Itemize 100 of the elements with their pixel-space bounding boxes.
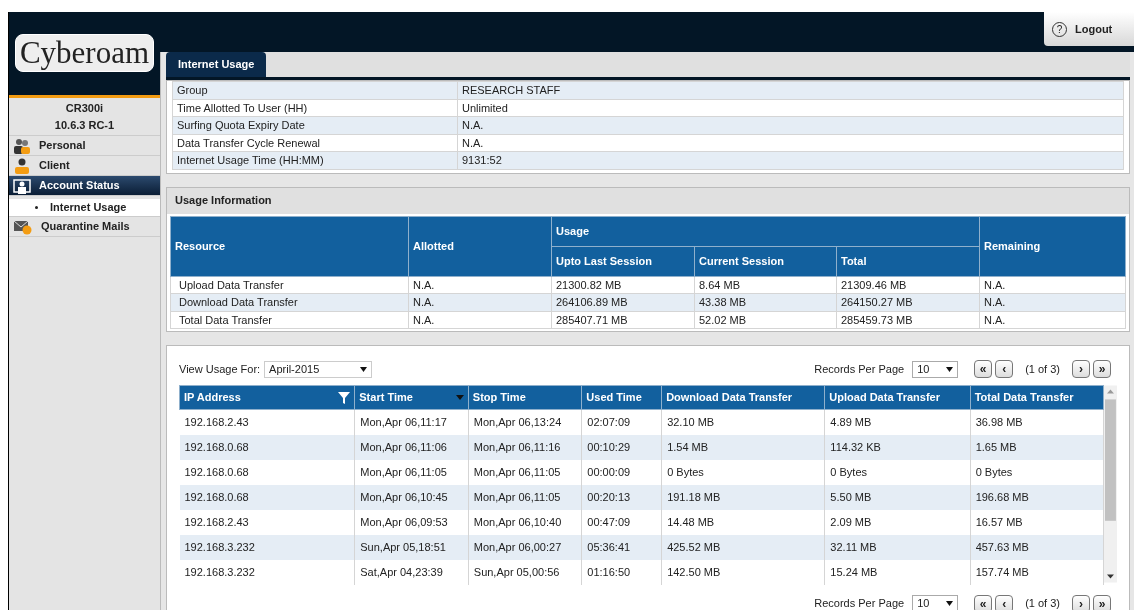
table-cell: 192.168.3.232: [179, 534, 355, 560]
view-usage-label: View Usage For:: [179, 361, 261, 377]
table-cell: 1.54 MB: [661, 434, 825, 460]
table-cell: N.A.: [979, 311, 1126, 329]
table-cell: 36.98 MB: [970, 409, 1104, 435]
panel-title: Usage Information: [167, 187, 1129, 214]
table-cell: 9131:52: [457, 151, 1124, 169]
month-select[interactable]: April-2015: [264, 360, 373, 378]
table-cell: Sun,Apr 05,18:51: [354, 534, 469, 560]
sidebar-item[interactable]: Personal: [9, 136, 160, 156]
table-cell: 196.68 MB: [970, 484, 1104, 510]
records-per-page-select[interactable]: 10: [912, 360, 959, 378]
table-cell: N.A.: [408, 276, 552, 294]
next-page-button[interactable]: ›: [1072, 594, 1090, 610]
first-page-button[interactable]: «: [974, 360, 993, 378]
table-cell: Mon,Apr 06,11:16: [468, 434, 582, 460]
table-cell: 32.10 MB: [661, 409, 825, 435]
table-cell: 264106.89 MB: [551, 293, 695, 311]
table-cell: 192.168.2.43: [179, 409, 355, 435]
caret-icon: [946, 366, 954, 372]
device-model: CR300i: [65, 101, 104, 116]
logout-button[interactable]: Logout: [1075, 20, 1113, 38]
table-cell: 0 Bytes: [824, 459, 971, 485]
person-icon: [13, 157, 31, 174]
column-header: Usage: [551, 216, 980, 246]
table-cell: Group: [172, 81, 458, 99]
records-per-page-label: Records Per Page: [814, 361, 905, 377]
table-cell: Mon,Apr 06,00:27: [468, 534, 582, 560]
table-cell: Upload Data Transfer: [170, 276, 409, 294]
filter-icon[interactable]: [338, 391, 351, 404]
caret-icon: [946, 601, 954, 606]
column-header[interactable]: Download Data Transfer: [661, 385, 825, 410]
people-icon: [13, 137, 31, 154]
sort-caret-icon[interactable]: [455, 395, 464, 400]
table-cell: 2.09 MB: [824, 509, 971, 535]
column-header[interactable]: Total Data Transfer: [970, 385, 1104, 410]
table-cell: N.A.: [408, 311, 552, 329]
column-header[interactable]: Used Time: [581, 385, 662, 410]
table-cell: 192.168.0.68: [179, 434, 355, 460]
table-cell: Download Data Transfer: [170, 293, 409, 311]
table-cell: 192.168.0.68: [179, 484, 355, 510]
column-header[interactable]: IP Address: [179, 385, 355, 410]
table-cell: 8.64 MB: [694, 276, 837, 294]
table-cell: 14.48 MB: [661, 509, 825, 535]
records-per-page-select[interactable]: 10: [912, 595, 959, 610]
table-cell: N.A.: [457, 116, 1124, 134]
table-cell: Data Transfer Cycle Renewal: [172, 134, 458, 152]
column-header[interactable]: Stop Time: [468, 385, 582, 410]
table-cell: 285407.71 MB: [551, 311, 695, 329]
table-cell: Mon,Apr 06,11:05: [468, 459, 582, 485]
sidebar-item[interactable]: Quarantine Mails: [9, 217, 160, 237]
table-cell: Mon,Apr 06,10:40: [468, 509, 582, 535]
table-cell: RESEARCH STAFF: [457, 81, 1124, 99]
table-cell: 457.63 MB: [970, 534, 1104, 560]
table-cell: 00:10:29: [581, 434, 662, 460]
table-cell: 157.74 MB: [970, 559, 1104, 585]
table-cell: 192.168.2.43: [179, 509, 355, 535]
table-cell: 00:20:13: [581, 484, 662, 510]
table-cell: Total Data Transfer: [170, 311, 409, 329]
table-cell: 00:00:09: [581, 459, 662, 485]
table-cell: 16.57 MB: [970, 509, 1104, 535]
table-cell: Mon,Apr 06,11:06: [354, 434, 469, 460]
column-header[interactable]: Start Time: [354, 385, 469, 410]
last-page-button[interactable]: »: [1093, 360, 1111, 378]
table-cell: 285459.73 MB: [836, 311, 980, 329]
first-page-button[interactable]: «: [974, 594, 993, 610]
column-header[interactable]: Upload Data Transfer: [824, 385, 971, 410]
previous-page-button[interactable]: ‹: [995, 360, 1014, 378]
table-cell: 05:36:41: [581, 534, 662, 560]
table-cell: 43.38 MB: [694, 293, 837, 311]
table-cell: 32.11 MB: [824, 534, 971, 560]
table-cell: Internet Usage Time (HH:MM): [172, 151, 458, 169]
sidebar-item[interactable]: Account Status: [9, 176, 160, 196]
column-header: Current Session: [694, 246, 837, 276]
table-cell: Unlimited: [457, 99, 1124, 117]
table-cell: Mon,Apr 06,09:53: [354, 509, 469, 535]
table-cell: 142.50 MB: [661, 559, 825, 585]
tab[interactable]: Internet Usage: [166, 52, 267, 77]
table-cell: N.A.: [457, 134, 1124, 152]
table-cell: 0 Bytes: [661, 459, 825, 485]
sidebar-subitem[interactable]: Internet Usage: [9, 199, 160, 217]
mail-icon: [13, 218, 33, 235]
bullet-icon: [35, 206, 38, 209]
last-page-button[interactable]: »: [1093, 594, 1111, 610]
previous-page-button[interactable]: ‹: [995, 594, 1014, 610]
column-header: Upto Last Session: [551, 246, 695, 276]
table-cell: 191.18 MB: [661, 484, 825, 510]
table-cell: 5.50 MB: [824, 484, 971, 510]
column-header: Resource: [170, 216, 409, 276]
person-icon: [13, 177, 31, 194]
table-cell: N.A.: [979, 293, 1126, 311]
table-cell: N.A.: [979, 276, 1126, 294]
table-cell: 15.24 MB: [824, 559, 971, 585]
next-page-button[interactable]: ›: [1072, 360, 1090, 378]
scrollbar[interactable]: [1104, 385, 1117, 583]
caret-icon: [360, 366, 368, 372]
table-cell: 00:47:09: [581, 509, 662, 535]
records-per-page-label: Records Per Page: [814, 596, 905, 610]
table-cell: Sun,Apr 05,00:56: [468, 559, 582, 585]
column-header: Total: [836, 246, 980, 276]
